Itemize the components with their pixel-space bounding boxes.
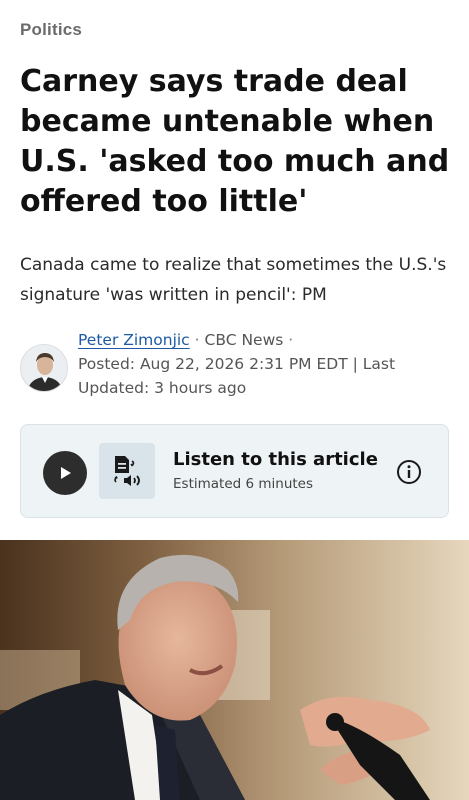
listen-duration: Estimated 6 minutes <box>173 476 314 492</box>
play-icon <box>61 467 71 479</box>
author-link[interactable]: Peter Zimonjic <box>78 331 190 349</box>
listen-to-article-card: Listen to this article Estimated 6 minut… <box>20 424 449 518</box>
article-subheadline: Canada came to realize that sometimes th… <box>20 255 447 305</box>
section-category[interactable]: Politics <box>20 20 82 40</box>
hero-image[interactable] <box>0 540 469 800</box>
outlet-name: CBC News <box>204 331 284 349</box>
info-button[interactable] <box>396 459 422 485</box>
posted-timestamp: Posted: Aug 22, 2026 2:31 PM EDT | Last … <box>78 355 396 397</box>
byline-text: Peter Zimonjic · CBC News · Posted: Aug … <box>78 328 450 400</box>
info-icon <box>397 460 421 484</box>
play-button[interactable] <box>43 451 87 495</box>
byline: Peter Zimonjic · CBC News · Posted: Aug … <box>20 328 450 408</box>
author-avatar[interactable] <box>20 344 68 392</box>
text-to-speech-tile <box>99 443 155 499</box>
byline-separator: · <box>194 331 200 349</box>
byline-separator-2: · <box>288 331 294 349</box>
listen-title[interactable]: Listen to this article <box>173 449 378 470</box>
article-headline: Carney says trade deal became untenable … <box>20 64 450 219</box>
text-to-speech-icon <box>114 456 140 486</box>
